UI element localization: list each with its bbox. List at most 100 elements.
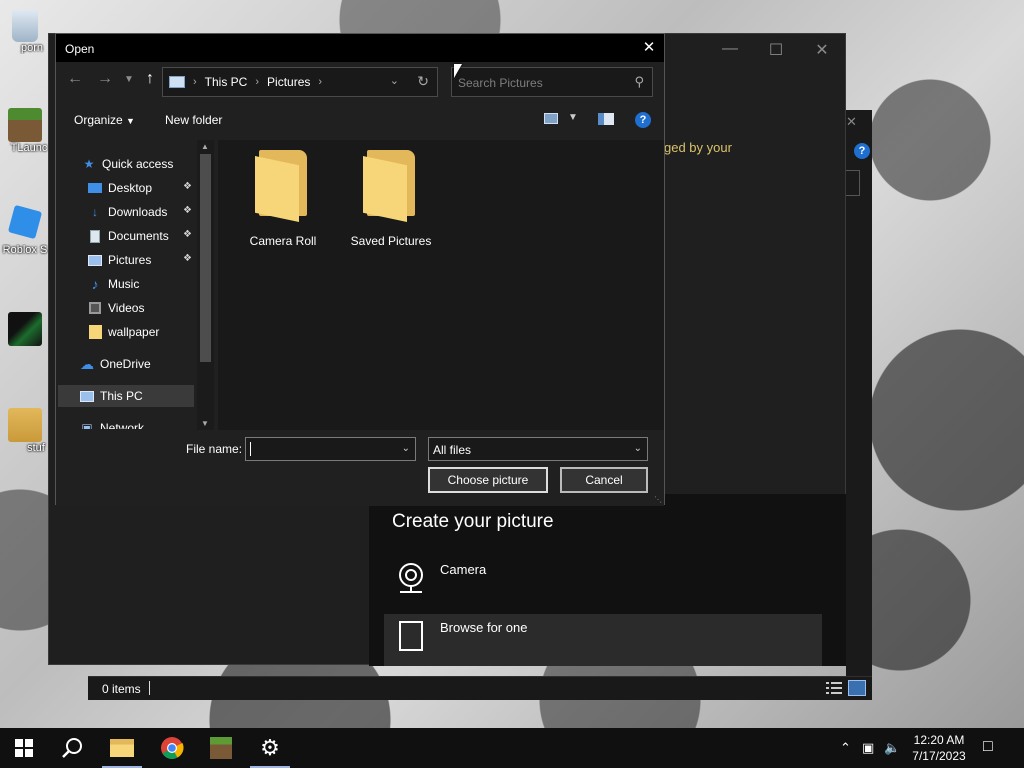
nav-item-music[interactable]: ♪ Music bbox=[88, 273, 140, 295]
chevron-down-icon: ▼ bbox=[126, 116, 135, 126]
file-name-combobox[interactable]: ⌄ bbox=[245, 437, 416, 461]
file-explorer-button[interactable] bbox=[98, 728, 146, 768]
organize-button[interactable]: Organize ▼ bbox=[74, 113, 135, 127]
forward-arrow-icon[interactable]: → bbox=[93, 70, 117, 88]
back-arrow-icon[interactable]: ← bbox=[63, 70, 87, 88]
folder-icon bbox=[255, 150, 311, 222]
preview-pane-icon[interactable] bbox=[598, 113, 614, 125]
nav-item-label: This PC bbox=[100, 389, 143, 403]
refresh-icon[interactable]: ↻ bbox=[417, 73, 429, 90]
large-icons-view-icon[interactable] bbox=[848, 680, 866, 696]
search-input[interactable] bbox=[458, 74, 623, 92]
system-clock[interactable]: 12:20 AM 7/17/2023 bbox=[906, 732, 972, 764]
details-view-icon[interactable] bbox=[826, 681, 842, 695]
nav-item-pictures[interactable]: Pictures ❖ bbox=[88, 249, 198, 271]
clock-time: 12:20 AM bbox=[913, 733, 965, 747]
camera-option[interactable]: Camera bbox=[384, 556, 822, 608]
items-count: 0 items bbox=[102, 682, 141, 696]
nav-item-videos[interactable]: Videos bbox=[88, 297, 144, 319]
nav-item-documents[interactable]: Documents ❖ bbox=[88, 225, 198, 247]
windows-logo-icon bbox=[15, 739, 33, 757]
nav-item-label: wallpaper bbox=[108, 325, 160, 339]
nav-item-label: Desktop bbox=[108, 181, 153, 195]
cloud-icon: ☁ bbox=[80, 355, 94, 372]
start-button[interactable] bbox=[0, 728, 48, 768]
help-icon[interactable]: ? bbox=[854, 143, 870, 159]
desktop-icon-stuff[interactable]: stuf bbox=[0, 408, 50, 454]
folder-icon bbox=[110, 739, 134, 757]
tlauncher-icon bbox=[8, 108, 42, 142]
nav-item-desktop[interactable]: Desktop ❖ bbox=[88, 177, 198, 199]
breadcrumb-this-pc[interactable]: This PC bbox=[205, 75, 248, 89]
chevron-down-icon: ⌄ bbox=[633, 443, 642, 454]
gear-icon: ⚙ bbox=[260, 735, 280, 760]
address-dropdown-chevron-icon[interactable]: ⌄ bbox=[390, 74, 399, 87]
breadcrumb-chevron-icon: › bbox=[255, 76, 260, 88]
up-arrow-icon[interactable]: ↑ bbox=[138, 70, 162, 88]
view-dropdown-chevron-icon[interactable]: ▼ bbox=[568, 112, 578, 123]
folder-name: Saved Pictures bbox=[350, 234, 432, 248]
close-icon[interactable]: ✕ bbox=[846, 114, 857, 130]
address-bar[interactable]: › This PC › Pictures › ⌄ ↻ bbox=[162, 67, 438, 97]
desktop-icon-roblox[interactable]: Roblox S bbox=[0, 204, 50, 256]
volume-muted-icon[interactable]: 🔈 bbox=[884, 740, 900, 756]
breadcrumb-chevron-icon: › bbox=[318, 76, 323, 88]
search-icon: ⚲ bbox=[634, 74, 644, 89]
action-center-icon[interactable]: □ bbox=[983, 738, 993, 756]
search-button[interactable] bbox=[48, 728, 96, 768]
chrome-button[interactable] bbox=[148, 728, 196, 768]
desktop-icon-tlauncher[interactable]: TLaunc bbox=[0, 108, 50, 154]
resize-grip-icon[interactable]: ⋱ bbox=[654, 495, 662, 504]
settings-button[interactable]: ⚙ bbox=[246, 728, 294, 768]
cancel-button[interactable]: Cancel bbox=[560, 467, 648, 493]
nav-item-wallpaper[interactable]: wallpaper bbox=[88, 321, 159, 343]
browse-option[interactable]: Browse for one bbox=[384, 614, 822, 666]
chevron-down-icon[interactable]: ⌄ bbox=[402, 443, 410, 454]
help-icon[interactable]: ? bbox=[635, 112, 651, 128]
nav-item-onedrive[interactable]: ☁ OneDrive bbox=[80, 353, 151, 375]
scroll-up-icon[interactable]: ▲ bbox=[201, 142, 209, 151]
pin-icon[interactable]: ❖ bbox=[183, 205, 192, 216]
open-dialog: Open ✕ ← → ▼ ↑ › This PC › Pictures › ⌄ … bbox=[55, 33, 665, 506]
nav-item-network[interactable]: ▣ Network bbox=[80, 417, 144, 429]
show-hidden-icons-chevron-icon[interactable]: ⌃ bbox=[840, 740, 851, 756]
explorer-status-bar: 0 items bbox=[88, 676, 872, 700]
file-type-value: All files bbox=[433, 443, 472, 457]
search-box[interactable]: ⚲ bbox=[451, 67, 653, 97]
nav-item-this-pc[interactable]: This PC bbox=[58, 385, 194, 407]
nav-item-downloads[interactable]: ↓ Downloads ❖ bbox=[88, 201, 198, 223]
network-icon[interactable]: ▣ bbox=[862, 740, 874, 756]
maximize-button[interactable]: ☐ bbox=[761, 40, 791, 60]
desktop-icon-label: Roblox S bbox=[2, 244, 48, 256]
change-view-icon[interactable] bbox=[544, 113, 558, 124]
minimize-button[interactable]: — bbox=[715, 40, 745, 58]
pin-icon[interactable]: ❖ bbox=[183, 181, 192, 192]
mouse-cursor bbox=[454, 64, 462, 78]
nav-item-quick-access[interactable]: ★ Quick access bbox=[82, 153, 174, 175]
status-separator bbox=[149, 681, 150, 695]
folder-camera-roll[interactable]: Camera Roll bbox=[233, 150, 333, 248]
scroll-thumb[interactable] bbox=[200, 154, 211, 362]
folder-saved-pictures[interactable]: Saved Pictures bbox=[341, 150, 441, 248]
navigation-scrollbar[interactable]: ▲ ▼ bbox=[197, 140, 214, 430]
file-name-input[interactable] bbox=[249, 441, 394, 457]
choose-picture-button[interactable]: Choose picture bbox=[428, 467, 548, 493]
close-button[interactable]: ✕ bbox=[807, 40, 837, 60]
taskbar: ⚙ ⌃ ▣ 🔈 12:20 AM 7/17/2023 □ bbox=[0, 728, 1024, 768]
panel-title: Create your picture bbox=[392, 511, 554, 532]
scroll-down-icon[interactable]: ▼ bbox=[201, 419, 209, 428]
desktop-icon-shortcut[interactable] bbox=[0, 312, 50, 346]
roblox-icon bbox=[7, 204, 43, 240]
pin-icon[interactable]: ❖ bbox=[183, 253, 192, 264]
dialog-close-button[interactable]: ✕ bbox=[634, 34, 664, 62]
desktop-icon-recycle-bin[interactable]: porn bbox=[0, 10, 50, 54]
file-type-select[interactable]: All files ⌄ bbox=[428, 437, 648, 461]
folder-stuff-icon bbox=[8, 408, 42, 442]
new-folder-button[interactable]: New folder bbox=[165, 113, 222, 127]
pin-icon[interactable]: ❖ bbox=[183, 229, 192, 240]
folder-name: Camera Roll bbox=[249, 234, 317, 248]
breadcrumb-pictures[interactable]: Pictures bbox=[267, 75, 310, 89]
organize-label: Organize bbox=[74, 113, 123, 127]
minecraft-button[interactable] bbox=[197, 728, 245, 768]
desktop-icon bbox=[88, 181, 102, 195]
